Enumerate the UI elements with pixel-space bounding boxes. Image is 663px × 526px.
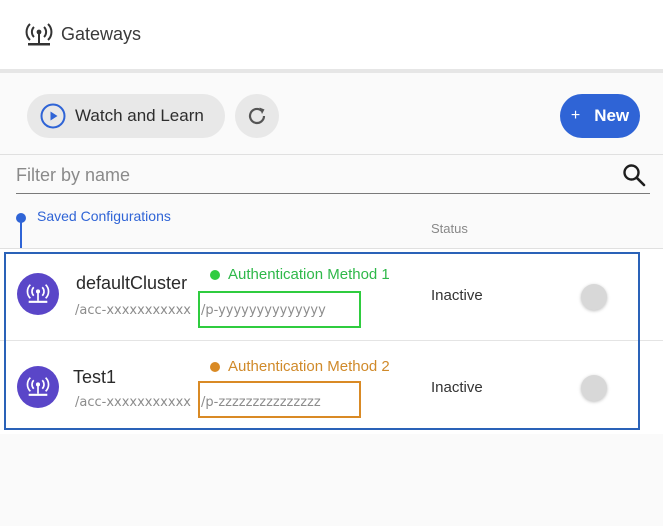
new-label: New bbox=[594, 106, 630, 125]
refresh-icon bbox=[248, 107, 266, 125]
search-icon[interactable] bbox=[622, 163, 646, 187]
status-column-header: Status bbox=[431, 221, 468, 236]
refresh-button[interactable] bbox=[235, 94, 279, 138]
antenna-icon bbox=[25, 23, 53, 46]
play-circle-icon bbox=[40, 103, 66, 129]
filter-input[interactable] bbox=[16, 160, 606, 190]
new-button[interactable]: + New bbox=[560, 94, 640, 138]
plus-icon: + bbox=[570, 107, 581, 124]
saved-configurations-highlight bbox=[4, 252, 640, 430]
watch-and-learn-label: Watch and Learn bbox=[75, 106, 204, 125]
filter-field bbox=[16, 158, 650, 194]
page-title: Gateways bbox=[61, 24, 142, 44]
saved-configurations-header: Saved Configurations Status bbox=[0, 205, 663, 257]
toolbar: Watch and Learn + New bbox=[0, 77, 663, 155]
saved-configurations-label[interactable]: Saved Configurations bbox=[37, 208, 171, 224]
watch-and-learn-button[interactable]: Watch and Learn bbox=[27, 94, 225, 138]
top-bar: Gateways bbox=[0, 0, 663, 73]
